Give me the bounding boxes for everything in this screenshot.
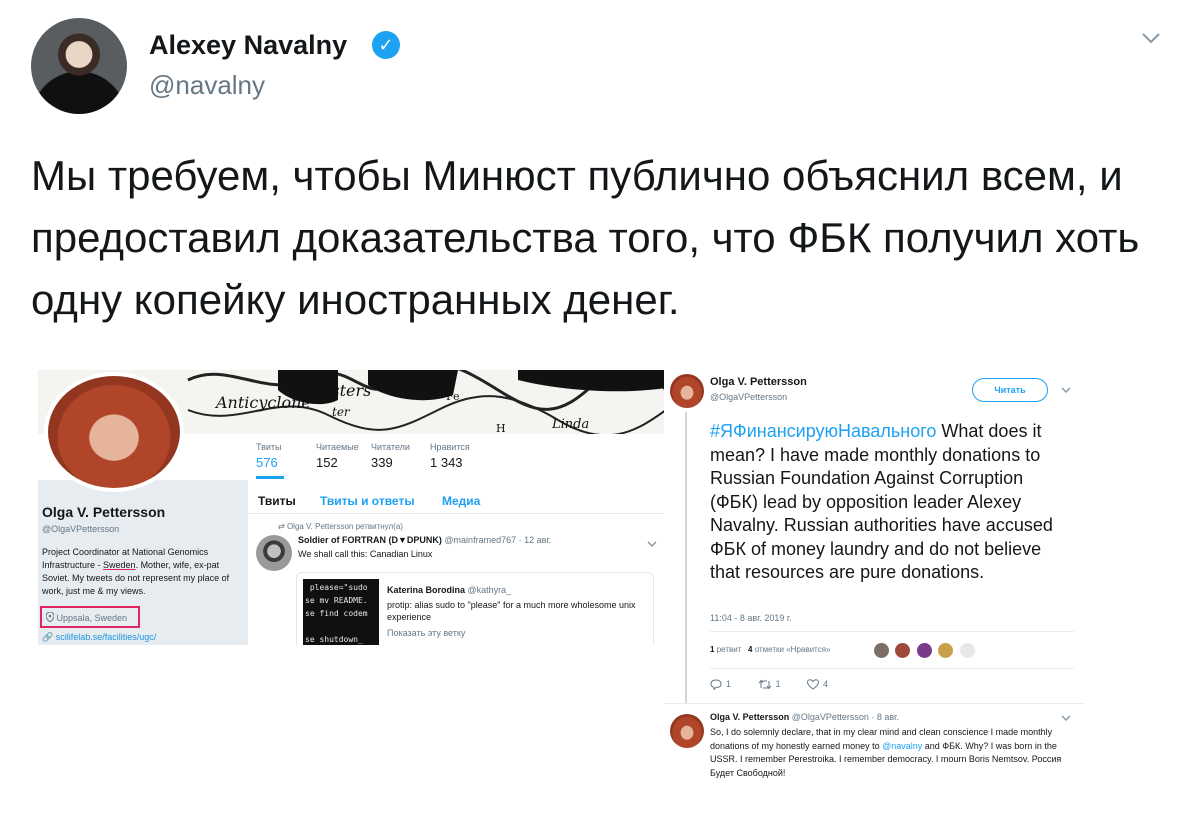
reply-author[interactable]: Olga V. Pettersson @OlgaVPettersson · 8 …: [710, 712, 899, 722]
location-text: Uppsala, Sweden: [56, 613, 128, 623]
liker-avatar[interactable]: [916, 643, 932, 659]
divider: [710, 668, 1074, 669]
profile-sidebar: Olga V. Pettersson @OlgaVPettersson Proj…: [38, 480, 248, 645]
profile-tabs: Твиты Твиты и ответы Медиа: [248, 480, 666, 514]
chevron-down-icon[interactable]: [1139, 26, 1163, 50]
heart-icon: [807, 679, 820, 690]
tweet-timestamp[interactable]: 11:04 - 8 авг. 2019 г.: [710, 613, 792, 623]
active-stat-underline: [256, 476, 284, 479]
banner-word: ter: [332, 405, 351, 419]
stat-label: Читатели: [371, 442, 410, 452]
banner-word: H: [496, 422, 506, 434]
reply-button[interactable]: 1: [710, 679, 731, 691]
hashtag-link[interactable]: #ЯФинансируюНавального: [710, 421, 936, 441]
liker-avatar[interactable]: [895, 643, 911, 659]
tab-tweets-replies[interactable]: Твиты и ответы: [320, 494, 415, 508]
mention-link[interactable]: @navalny: [882, 741, 922, 751]
attached-image-profile[interactable]: Anticyclone Cisters ter Fe Fe Linda H Тв…: [38, 370, 666, 645]
banner-word: Fe: [411, 376, 424, 387]
thread-line: [685, 412, 687, 704]
stat-likes[interactable]: Нравится 1 343: [430, 442, 470, 470]
stat-value: 576: [256, 455, 278, 470]
banner-word: Linda: [551, 417, 589, 432]
profile-avatar[interactable]: [44, 372, 184, 492]
profile-link[interactable]: 🔗 scilifelab.se/facilities/ugc/: [42, 632, 156, 643]
tweet-author[interactable]: Soldier of FORTRAN (D▼DPUNK) @mainframed…: [298, 535, 551, 545]
stat-label: Читаемые: [316, 442, 359, 452]
tab-tweets[interactable]: Твиты: [258, 494, 296, 508]
tab-media[interactable]: Медиа: [442, 494, 480, 508]
liker-avatar[interactable]: [959, 643, 975, 659]
quoted-text: protip: alias sudo to "please" for a muc…: [387, 600, 636, 622]
show-thread-link[interactable]: Показать эту ветку: [387, 628, 465, 638]
tweet-text: Мы требуем, чтобы Минюст публично объясн…: [31, 152, 1140, 323]
stat-value: 339: [371, 455, 393, 470]
banner-word: Anticyclone: [214, 393, 311, 412]
stat-following[interactable]: Читаемые 152: [316, 442, 359, 470]
reply-body: So, I do solemnly declare, that in my cl…: [710, 727, 1062, 778]
reply-avatar[interactable]: [670, 714, 704, 748]
author-handle[interactable]: @navalny: [149, 70, 265, 101]
stat-followers[interactable]: Читатели 339: [371, 442, 410, 470]
chevron-down-icon[interactable]: [1060, 384, 1072, 396]
stat-value: 152: [316, 455, 338, 470]
retweet-button[interactable]: 1: [758, 679, 781, 690]
profile-location: Uppsala, Sweden: [40, 606, 140, 628]
banner-word: Fe: [446, 390, 460, 403]
like-button[interactable]: 4: [807, 679, 828, 690]
tweet-actions: 1 1 4: [710, 679, 852, 691]
divider: [664, 703, 1084, 704]
reply-icon: [710, 679, 722, 691]
profile-name: Olga V. Pettersson: [42, 504, 166, 520]
engagement-counts: 1 ретвит 4 отметки «Нравится»: [710, 645, 831, 654]
tweet-avatar[interactable]: [256, 535, 292, 571]
follow-button[interactable]: Читать: [972, 378, 1048, 402]
link-icon: 🔗: [42, 632, 54, 642]
tweet-author-handle[interactable]: @OlgaVPettersson: [710, 392, 787, 402]
stat-label: Нравится: [430, 442, 470, 452]
attached-image-tweet[interactable]: Olga V. Pettersson @OlgaVPettersson Чита…: [664, 366, 1084, 796]
terminal-image: please="sudo se mv README. se find codem…: [303, 579, 379, 645]
tweet-author-name[interactable]: Olga V. Pettersson: [710, 376, 807, 388]
stat-value: 1 343: [430, 455, 463, 470]
retweet-icon: [758, 679, 771, 690]
author-avatar[interactable]: [31, 18, 127, 114]
chevron-down-icon[interactable]: [1060, 712, 1072, 724]
profile-feed: Твиты Твиты и ответы Медиа ⇄ Olga V. Pet…: [248, 480, 666, 645]
profile-bio: Project Coordinator at National Genomics…: [42, 547, 230, 596]
location-pin-icon: [45, 611, 55, 623]
retweeted-indicator: ⇄ Olga V. Pettersson ретвитнул(а): [278, 522, 403, 531]
liker-avatar[interactable]: [938, 643, 954, 659]
profile-handle: @OlgaVPettersson: [42, 524, 120, 534]
retweet-icon: ⇄: [278, 522, 285, 531]
stat-tweets[interactable]: Твиты 576: [256, 442, 282, 470]
tweet-body: We shall call this: Canadian Linux: [298, 549, 433, 559]
liker-avatars: [874, 642, 977, 660]
tweet-avatar[interactable]: [670, 374, 704, 408]
author-name[interactable]: Alexey Navalny: [149, 30, 347, 61]
verified-badge-icon: ✓: [372, 31, 400, 59]
quoted-tweet[interactable]: please="sudo se mv README. se find codem…: [296, 572, 654, 645]
chevron-down-icon[interactable]: [646, 538, 658, 550]
tweet-body: #ЯФинансируюНавального What does it mean…: [710, 421, 1053, 582]
banner-word: Cisters: [314, 381, 371, 400]
divider: [710, 631, 1074, 632]
quoted-author: Katerina Borodina @kathyra_: [387, 585, 512, 595]
liker-avatar[interactable]: [874, 643, 889, 659]
bio-country: Sweden: [103, 560, 136, 570]
stat-label: Твиты: [256, 442, 282, 452]
